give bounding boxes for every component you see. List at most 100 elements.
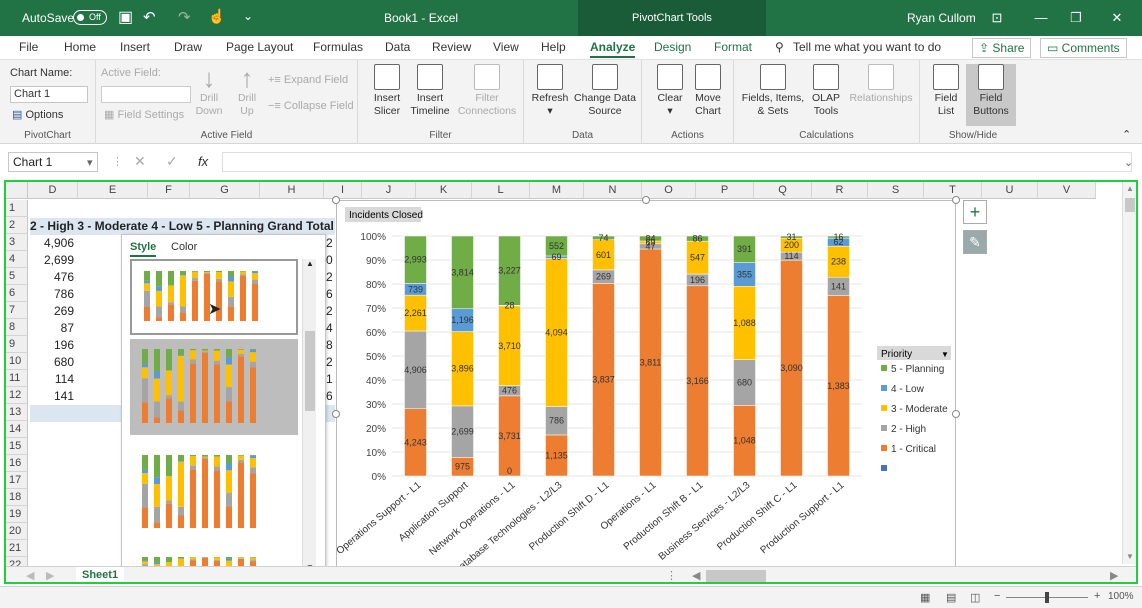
row-header[interactable]: 15 bbox=[6, 438, 28, 455]
relationships-button[interactable]: Relationships bbox=[846, 64, 916, 105]
resize-handle-l[interactable] bbox=[332, 410, 340, 418]
cell-d8[interactable]: 87 bbox=[30, 320, 74, 337]
cell-h9[interactable]: 8 bbox=[326, 337, 334, 354]
column-header[interactable]: M bbox=[530, 182, 584, 199]
vscroll-thumb[interactable] bbox=[1125, 198, 1135, 212]
tab-page-layout[interactable]: Page Layout bbox=[226, 40, 293, 54]
expand-field-button[interactable]: +≡ Expand Field bbox=[268, 74, 348, 86]
chart-name-input[interactable]: Chart 1 bbox=[10, 86, 88, 103]
column-header[interactable]: E bbox=[78, 182, 148, 199]
row-header[interactable]: 2 bbox=[6, 217, 28, 234]
style-thumb-1[interactable] bbox=[130, 259, 298, 335]
undo-icon[interactable]: ↶ bbox=[143, 8, 156, 26]
hscroll-left-icon[interactable]: ◀ bbox=[692, 569, 700, 582]
legend-entry[interactable]: 2 - High bbox=[891, 424, 926, 435]
cell-h8[interactable]: 4 bbox=[326, 320, 334, 337]
insert-slicer-button[interactable]: Insert Slicer bbox=[368, 64, 406, 118]
filter-connections-button[interactable]: Filter Connections bbox=[454, 64, 520, 118]
column-header[interactable]: L bbox=[472, 182, 530, 199]
legend-entry[interactable]: 5 - Planning bbox=[891, 364, 944, 375]
cell-d3[interactable]: 4,906 bbox=[30, 235, 74, 252]
legend-dropdown-icon[interactable]: ▼ bbox=[941, 350, 949, 359]
collapse-ribbon-icon[interactable]: ⌃ bbox=[1122, 128, 1131, 141]
olap-tools-button[interactable]: OLAP Tools bbox=[806, 64, 846, 118]
field-settings-button[interactable]: ▦ Field Settings bbox=[104, 108, 184, 121]
enter-icon[interactable]: ✓ bbox=[166, 153, 178, 170]
cell-h3[interactable]: 2 bbox=[326, 235, 334, 252]
tab-draw[interactable]: Draw bbox=[174, 40, 202, 54]
tab-analyze[interactable]: Analyze bbox=[590, 40, 636, 58]
color-tab[interactable]: Color bbox=[171, 241, 197, 253]
column-header[interactable]: R bbox=[812, 182, 868, 199]
scroll-up-icon[interactable]: ▲ bbox=[306, 259, 314, 268]
row-header[interactable]: 10 bbox=[6, 353, 28, 370]
fx-button[interactable]: fx bbox=[198, 154, 208, 169]
name-box[interactable]: Chart 1 bbox=[8, 152, 98, 172]
resize-handle-r[interactable] bbox=[952, 410, 960, 418]
legend-entry[interactable]: 3 - Moderate bbox=[891, 404, 948, 415]
fields-items-sets-button[interactable]: Fields, Items, & Sets bbox=[740, 64, 806, 118]
legend-entry[interactable]: 4 - Low bbox=[891, 384, 925, 395]
row-header[interactable]: 13 bbox=[6, 404, 28, 421]
row-header[interactable]: 20 bbox=[6, 523, 28, 540]
collapse-field-button[interactable]: −≡ Collapse Field bbox=[268, 100, 354, 112]
options-button[interactable]: ▤ Options bbox=[12, 108, 63, 121]
column-header[interactable]: H bbox=[260, 182, 324, 199]
row-header[interactable]: 7 bbox=[6, 302, 28, 319]
column-header[interactable]: V bbox=[1038, 182, 1096, 199]
cell-h10[interactable]: 2 bbox=[326, 354, 334, 371]
cell-d7[interactable]: 269 bbox=[30, 303, 74, 320]
column-header[interactable]: O bbox=[642, 182, 696, 199]
tab-formulas[interactable]: Formulas bbox=[313, 40, 363, 54]
cell-d11[interactable]: 114 bbox=[30, 371, 74, 388]
column-header[interactable]: J bbox=[362, 182, 416, 199]
refresh-button[interactable]: Refresh ▾ bbox=[530, 64, 570, 118]
chart-styles-button[interactable]: ✎ bbox=[963, 230, 987, 254]
row-header[interactable]: 16 bbox=[6, 455, 28, 472]
cell-h11[interactable]: 1 bbox=[326, 371, 334, 388]
normal-view-icon[interactable]: ▦ bbox=[920, 591, 930, 604]
tab-help[interactable]: Help bbox=[541, 40, 566, 54]
tab-view[interactable]: View bbox=[493, 40, 519, 54]
hscroll-thumb[interactable] bbox=[706, 570, 766, 582]
tab-file[interactable]: File bbox=[19, 40, 38, 54]
change-data-source-button[interactable]: Change Data Source bbox=[572, 64, 638, 118]
name-box-dropdown-icon[interactable]: ▾ bbox=[87, 156, 93, 169]
column-header[interactable]: N bbox=[584, 182, 642, 199]
vertical-scrollbar[interactable]: ▲ ▼ bbox=[1122, 182, 1136, 564]
row-header[interactable]: 3 bbox=[6, 234, 28, 251]
row-header[interactable]: 9 bbox=[6, 336, 28, 353]
scroll-thumb[interactable] bbox=[305, 331, 315, 411]
field-list-button[interactable]: Field List bbox=[930, 64, 962, 118]
column-header[interactable]: F bbox=[148, 182, 190, 199]
zoom-level[interactable]: 100% bbox=[1108, 591, 1134, 602]
style-scrollbar[interactable]: ▲ ▼ bbox=[302, 259, 316, 575]
tab-format[interactable]: Format bbox=[714, 40, 752, 54]
tab-home[interactable]: Home bbox=[64, 40, 96, 54]
tell-me-box[interactable]: Tell me what you want to do bbox=[793, 40, 941, 54]
drill-up-button[interactable]: ↑ Drill Up bbox=[232, 64, 262, 118]
cell-h5[interactable]: 2 bbox=[326, 269, 334, 286]
zoom-slider-thumb[interactable] bbox=[1045, 592, 1049, 603]
select-all-corner[interactable] bbox=[6, 182, 28, 199]
tab-review[interactable]: Review bbox=[432, 40, 471, 54]
pivot-chart[interactable]: Incidents Closed 0% 10% 20% 30% 40% 50% 60% 70% 8… bbox=[335, 200, 956, 577]
next-sheet-icon[interactable]: ▶ bbox=[46, 569, 54, 582]
column-header[interactable]: G bbox=[190, 182, 260, 199]
style-thumb-2[interactable] bbox=[130, 339, 298, 435]
row-header[interactable]: 1 bbox=[6, 200, 28, 217]
field-buttons-button[interactable]: Field Buttons bbox=[966, 64, 1016, 126]
resize-handle-tr[interactable] bbox=[952, 196, 960, 204]
active-field-input[interactable] bbox=[101, 86, 191, 103]
style-thumb-3[interactable] bbox=[130, 445, 298, 540]
row-header[interactable]: 5 bbox=[6, 268, 28, 285]
chart-elements-button[interactable]: + bbox=[963, 200, 987, 224]
page-layout-view-icon[interactable]: ▤ bbox=[946, 591, 956, 604]
resize-handle-t[interactable] bbox=[642, 196, 650, 204]
expand-formula-icon[interactable]: ⌄ bbox=[1124, 156, 1133, 169]
close-icon[interactable]: ✕ bbox=[1095, 0, 1139, 36]
cell-d10[interactable]: 680 bbox=[30, 354, 74, 371]
cell-h6[interactable]: 6 bbox=[326, 286, 334, 303]
formula-input[interactable] bbox=[222, 152, 1132, 172]
row-header[interactable]: 18 bbox=[6, 489, 28, 506]
